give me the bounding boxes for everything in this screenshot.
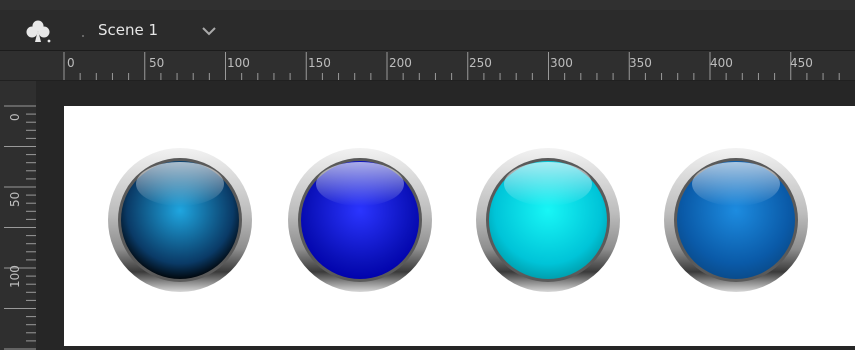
orb-button-steel-blue[interactable] bbox=[662, 146, 810, 294]
scene-bar: Scene 1 bbox=[0, 10, 855, 51]
orb-gloss bbox=[316, 162, 404, 206]
vertical-ruler[interactable]: 0 50 100 bbox=[0, 81, 36, 350]
orb-button-blue[interactable] bbox=[286, 146, 434, 294]
ruler-label: 100 bbox=[227, 56, 250, 70]
orb-gloss bbox=[504, 162, 592, 206]
ruler-label: 450 bbox=[790, 56, 813, 70]
ruler-label: 100 bbox=[8, 265, 22, 288]
ruler-label: 0 bbox=[67, 56, 75, 70]
horizontal-ruler[interactable]: 0 50 100 150 200 250 300 350 400 450 bbox=[0, 51, 855, 81]
ruler-label: 350 bbox=[629, 56, 652, 70]
ruler-label: 200 bbox=[389, 56, 412, 70]
separator-dot bbox=[82, 35, 84, 37]
ruler-label: 150 bbox=[308, 56, 331, 70]
orb-gloss bbox=[692, 162, 780, 206]
stage-canvas[interactable] bbox=[64, 106, 855, 346]
orb-gloss bbox=[136, 162, 224, 206]
ruler-label: 400 bbox=[710, 56, 733, 70]
ruler-label: 50 bbox=[149, 56, 165, 70]
scene-title[interactable]: Scene 1 bbox=[98, 21, 158, 39]
orb-button-dark-blue[interactable] bbox=[106, 146, 254, 294]
ruler-label: 300 bbox=[550, 56, 573, 70]
orb-button-cyan[interactable] bbox=[474, 146, 622, 294]
top-strip bbox=[0, 0, 855, 10]
club-icon[interactable] bbox=[24, 18, 52, 44]
ruler-label: 250 bbox=[469, 56, 492, 70]
chevron-down-icon[interactable] bbox=[201, 25, 217, 37]
ruler-label: 0 bbox=[8, 113, 22, 121]
ruler-label: 50 bbox=[8, 191, 22, 207]
